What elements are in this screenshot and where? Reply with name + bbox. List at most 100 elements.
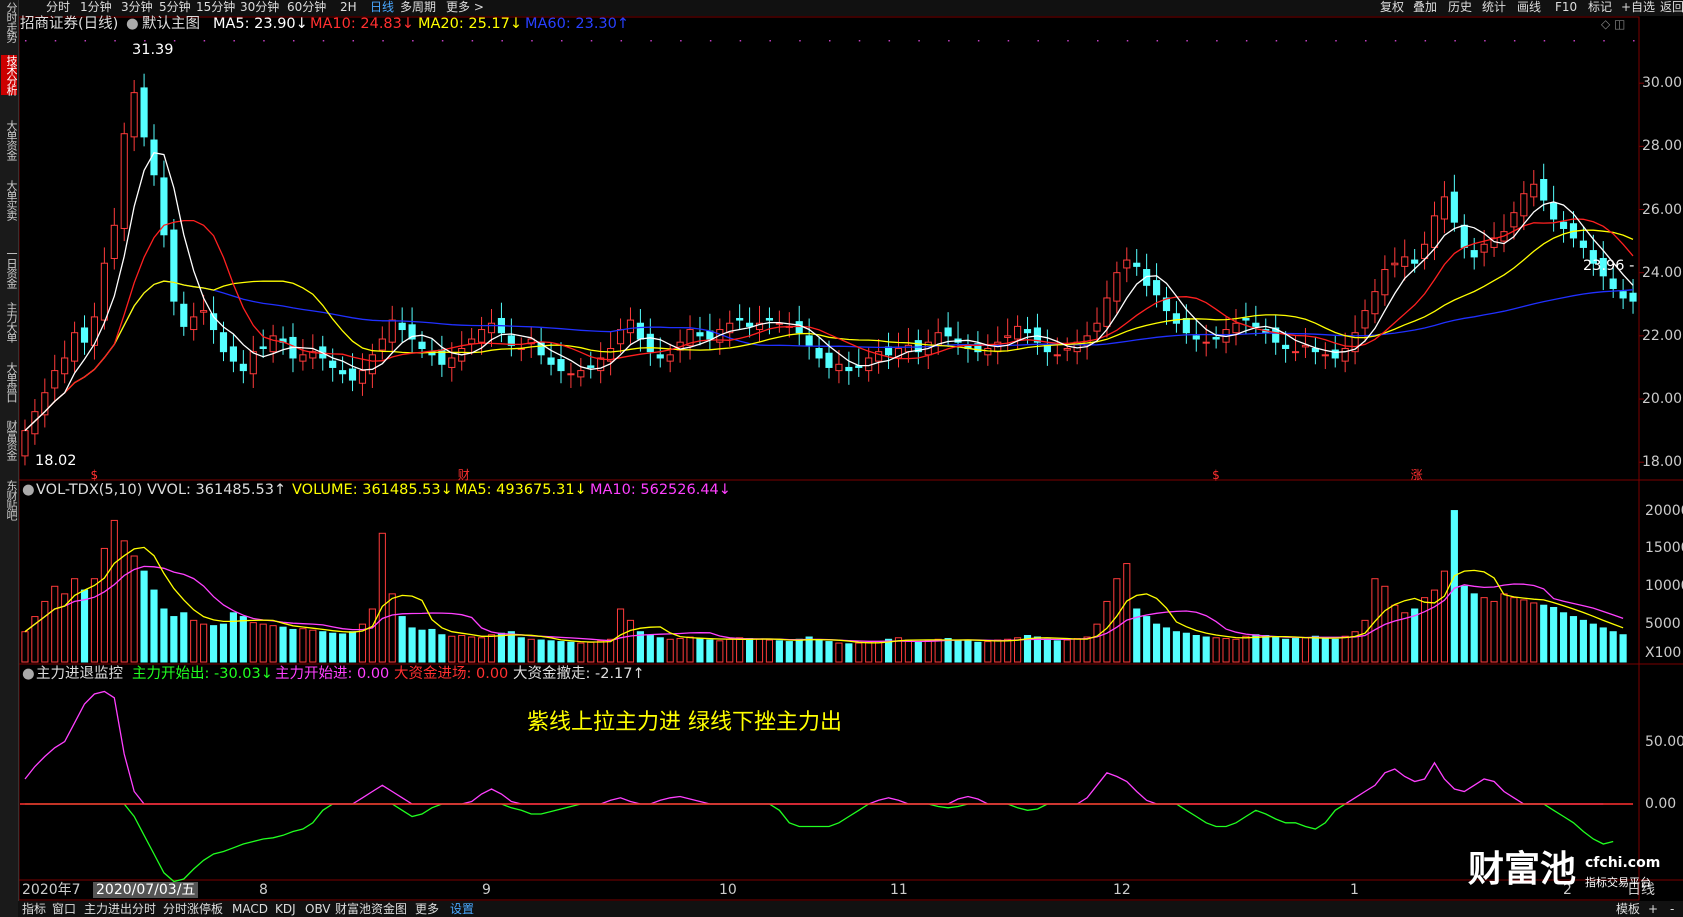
candle-body bbox=[1152, 280, 1161, 296]
candle-body bbox=[1550, 202, 1558, 220]
sidebar-tab-5[interactable]: 主力大单 bbox=[1, 302, 18, 342]
volume-bar bbox=[368, 608, 376, 663]
ma10-label: MA10: 24.83↓ bbox=[310, 16, 415, 32]
bottom-right-button-0[interactable]: 模板 bbox=[1616, 901, 1640, 917]
bottom-tab-6[interactable]: OBV bbox=[305, 901, 331, 917]
vol-ma5-label: MA5: 493675.31↓ bbox=[455, 482, 587, 498]
tool-button-7[interactable]: +自选 bbox=[1621, 0, 1655, 15]
bottom-tab-2[interactable]: 主力进出分时 bbox=[84, 901, 156, 917]
bottom-right-button-2[interactable]: - bbox=[1670, 901, 1674, 917]
volume-bar bbox=[646, 635, 654, 663]
bottom-right-button-1[interactable]: + bbox=[1648, 901, 1658, 917]
bottom-tab-8[interactable]: 更多 bbox=[415, 901, 439, 917]
sidebar-tab-3[interactable]: 大单买卖 bbox=[1, 180, 18, 220]
period-tab-9[interactable]: 多周期 bbox=[400, 0, 436, 15]
tool-button-4[interactable]: 画线 bbox=[1517, 0, 1541, 15]
bottom-tab-0[interactable]: 指标 bbox=[22, 901, 46, 917]
flow-dropdown-icon[interactable]: ● bbox=[22, 665, 35, 683]
tool-button-1[interactable]: 叠加 bbox=[1413, 0, 1437, 15]
volume-bar bbox=[696, 638, 704, 663]
period-tab-2[interactable]: 3分钟 bbox=[121, 0, 153, 15]
low-price-label: 18.02 bbox=[35, 453, 77, 469]
volume-bar bbox=[1043, 638, 1051, 663]
candle-body bbox=[1619, 291, 1627, 299]
sidebar-tab-8[interactable]: 东财贴吧 bbox=[1, 480, 18, 520]
sidebar-tab-6[interactable]: 大单盘口 bbox=[1, 362, 18, 402]
sidebar-tab-7[interactable]: 财富资金 bbox=[1, 420, 18, 460]
sidebar-tab-0[interactable]: 分时走势 bbox=[1, 2, 18, 42]
candle-body bbox=[80, 327, 89, 343]
bottom-tab-3[interactable]: 分时涨停板 bbox=[163, 901, 223, 917]
marker-dot bbox=[1484, 40, 1486, 42]
volume-bar bbox=[160, 608, 168, 663]
candle-body bbox=[487, 322, 496, 334]
period-tab-4[interactable]: 15分钟 bbox=[196, 0, 235, 15]
candle-body bbox=[339, 370, 347, 375]
marker-dot bbox=[1007, 40, 1010, 42]
marker-dot bbox=[382, 40, 384, 42]
chart-canvas[interactable] bbox=[0, 0, 1683, 917]
candle-body bbox=[1023, 329, 1032, 334]
bottom-tab-5[interactable]: KDJ bbox=[275, 901, 296, 917]
volume-bar bbox=[835, 642, 843, 663]
period-tab-8[interactable]: 日线 bbox=[370, 0, 394, 15]
tool-button-6[interactable]: 标记 bbox=[1588, 0, 1612, 15]
bottom-tab-1[interactable]: 窗口 bbox=[52, 901, 76, 917]
price-tick-4: 22.00 bbox=[1642, 327, 1683, 344]
period-tab-5[interactable]: 30分钟 bbox=[240, 0, 279, 15]
tool-button-2[interactable]: 历史 bbox=[1448, 0, 1472, 15]
period-tab-3[interactable]: 5分钟 bbox=[159, 0, 191, 15]
event-marker-2[interactable]: $ bbox=[1212, 466, 1220, 484]
period-tab-1[interactable]: 1分钟 bbox=[80, 0, 112, 15]
period-tab-10[interactable]: 更多 > bbox=[446, 0, 484, 15]
event-marker-1[interactable]: 财 bbox=[458, 466, 470, 484]
sidebar-tab-1[interactable]: 技术分析 bbox=[1, 55, 18, 95]
candle-body bbox=[1579, 240, 1587, 248]
event-marker-3[interactable]: 涨 bbox=[1411, 466, 1423, 484]
bottom-tab-7[interactable]: 财富池资金图 bbox=[335, 901, 407, 917]
candle-body bbox=[547, 357, 555, 365]
tool-button-3[interactable]: 统计 bbox=[1482, 0, 1506, 15]
period-tab-0[interactable]: 分时 bbox=[46, 0, 70, 15]
marker-dot bbox=[858, 40, 861, 42]
marker-dot bbox=[948, 40, 950, 42]
candle-body bbox=[1470, 250, 1478, 258]
volume-bar bbox=[1371, 578, 1379, 663]
bottom-tab-9[interactable]: 设置 bbox=[450, 901, 474, 917]
panel-controls-icon[interactable]: ◇ ◫ bbox=[1601, 15, 1625, 33]
volume-bar bbox=[150, 589, 158, 663]
tool-button-0[interactable]: 复权 bbox=[1380, 0, 1404, 15]
candle-body bbox=[1440, 196, 1449, 220]
volume-bar bbox=[1262, 635, 1270, 663]
candle-body bbox=[666, 354, 674, 362]
volume-tick-0: 20000 bbox=[1645, 502, 1683, 519]
volume-bar bbox=[110, 519, 118, 663]
candle-body bbox=[219, 332, 228, 353]
volume-bar bbox=[468, 636, 476, 663]
marker-dot bbox=[680, 40, 682, 42]
volume-tick-4: X100 bbox=[1645, 645, 1682, 661]
tool-button-5[interactable]: F10 bbox=[1555, 0, 1577, 15]
candle-body bbox=[1053, 354, 1061, 357]
sidebar-tab-2[interactable]: 大单资金 bbox=[1, 120, 18, 160]
vol-dropdown-icon[interactable]: ● bbox=[22, 481, 35, 499]
main-chart-dropdown-icon[interactable]: ● bbox=[126, 15, 139, 33]
volume-bar bbox=[1063, 639, 1071, 663]
candle-body bbox=[696, 332, 704, 337]
event-marker-0[interactable]: $ bbox=[90, 466, 98, 484]
volume-tick-3: 5000 bbox=[1645, 616, 1681, 633]
period-tab-6[interactable]: 60分钟 bbox=[287, 0, 326, 15]
tool-button-8[interactable]: 返回 bbox=[1660, 0, 1683, 15]
marker-dot bbox=[531, 40, 533, 42]
volume-bar bbox=[577, 642, 585, 663]
period-tab-7[interactable]: 2H bbox=[340, 0, 357, 15]
bottom-tab-4[interactable]: MACD bbox=[232, 901, 268, 917]
main-chart-label[interactable]: 默认主图 bbox=[142, 15, 200, 33]
volume-bar bbox=[249, 622, 257, 663]
volume-bar bbox=[924, 640, 932, 663]
volume-bar bbox=[269, 625, 277, 663]
volume-bar bbox=[964, 640, 972, 663]
sidebar-tab-4[interactable]: 一日资金 bbox=[1, 248, 18, 288]
candle-body bbox=[1093, 322, 1101, 332]
volume-bar bbox=[1232, 638, 1240, 663]
